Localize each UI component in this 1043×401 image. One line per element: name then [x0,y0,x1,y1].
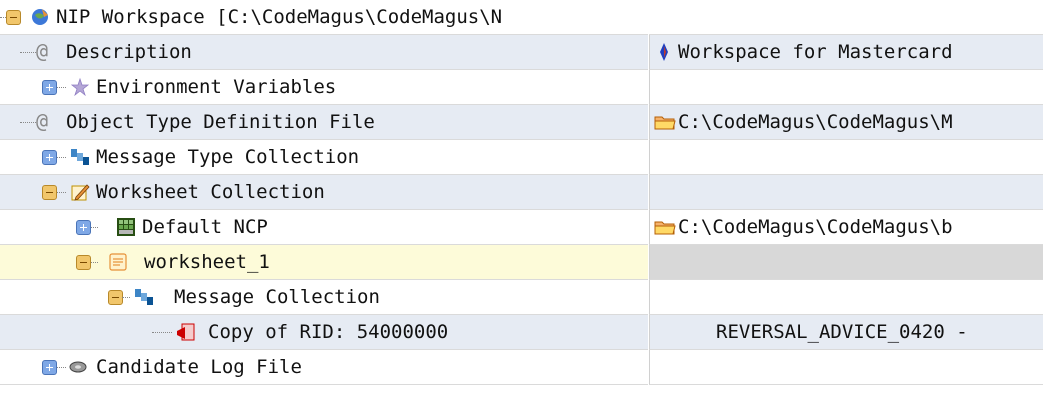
worksheet-pencil-icon [71,184,90,201]
tree-row-worksheet-1[interactable]: worksheet_1 [0,245,1043,280]
tree-row-workspace[interactable]: NIP Workspace [C:\CodeMagus\CodeMagus\N [0,0,1043,35]
workspace-value [657,0,1043,34]
tree-row-copy-of-rid[interactable]: Copy of RID: 54000000 REVERSAL_ADVICE_04… [0,315,1043,350]
candidate-log-file-value [658,350,1043,384]
default-ncp-value: C:\CodeMagus\CodeMagus\b [678,216,953,238]
at-sign-icon: @ [36,39,49,63]
tree-row-object-type-definition-file[interactable]: @ Object Type Definition File C:\CodeMag… [0,105,1043,140]
message-collection-label: Message Collection [174,286,380,308]
message-type-collection-label: Message Type Collection [96,146,360,168]
object-type-definition-file-label: Object Type Definition File [66,111,375,133]
tree-row-message-type-collection[interactable]: Message Type Collection [0,140,1043,175]
folder-icon [654,116,676,130]
collapse-toggle[interactable] [42,185,57,200]
workspace-label: NIP Workspace [C:\CodeMagus\CodeMagus\N [56,6,503,28]
worksheet-collection-label: Worksheet Collection [96,181,325,203]
ncp-grid-icon [117,218,135,236]
expand-toggle[interactable] [42,80,57,95]
worksheet-1-label: worksheet_1 [144,251,270,273]
property-tree: NIP Workspace [C:\CodeMagus\CodeMagus\N … [0,0,1043,385]
expand-toggle[interactable] [42,150,57,165]
tree-row-message-collection[interactable]: Message Collection [0,280,1043,315]
log-disk-icon [69,361,87,373]
star-icon [70,77,90,97]
expand-toggle[interactable] [42,360,57,375]
worksheet-collection-value [658,175,1043,209]
default-ncp-label: Default NCP [142,216,268,238]
worksheet-1-value [658,245,1043,279]
message-collection-value [658,280,1043,314]
message-type-collection-value [658,140,1043,174]
folder-icon [654,221,676,235]
message-copy-icon [177,323,195,341]
message-collection-icon [135,289,153,305]
at-sign-icon: @ [36,109,49,133]
environment-variables-value [658,70,1043,104]
description-value: Workspace for Mastercard [678,41,953,63]
object-type-definition-file-value: C:\CodeMagus\CodeMagus\M [678,111,953,133]
message-types-icon [71,149,89,165]
worksheet-icon [109,253,127,271]
collapse-toggle[interactable] [108,290,123,305]
collapse-toggle[interactable] [76,255,91,270]
tree-row-worksheet-collection[interactable]: Worksheet Collection [0,175,1043,210]
copy-of-rid-value: REVERSAL_ADVICE_0420 - [716,321,968,343]
pin-icon [660,43,668,61]
tree-row-environment-variables[interactable]: Environment Variables [0,70,1043,105]
collapse-toggle[interactable] [6,10,21,25]
tree-row-candidate-log-file[interactable]: Candidate Log File [0,350,1043,385]
workspace-globe-icon [32,9,48,25]
tree-row-default-ncp[interactable]: Default NCP C:\CodeMagus\CodeMagus\b [0,210,1043,245]
environment-variables-label: Environment Variables [96,76,337,98]
description-label: Description [66,41,192,63]
tree-row-description[interactable]: @ Description Workspace for Mastercard [0,35,1043,70]
candidate-log-file-label: Candidate Log File [96,356,302,378]
copy-of-rid-label: Copy of RID: 54000000 [208,321,449,343]
expand-toggle[interactable] [76,220,91,235]
